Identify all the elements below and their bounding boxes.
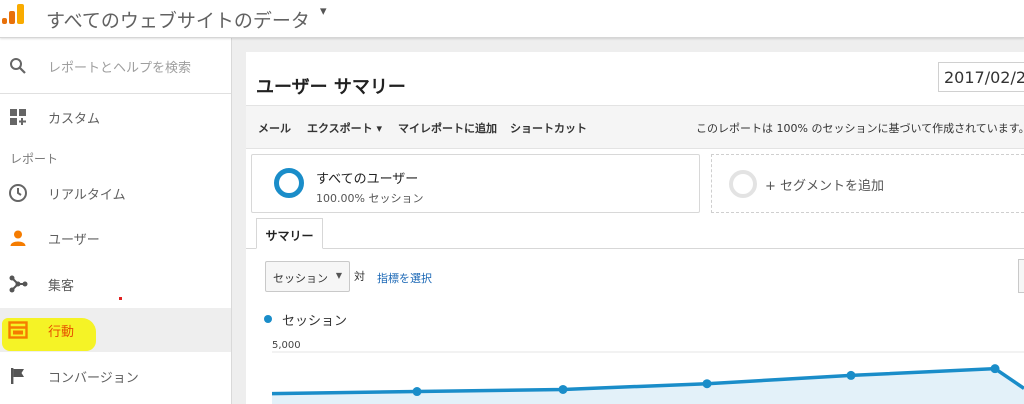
search-icon — [8, 56, 28, 76]
sidebar-item-label: 集客 — [48, 279, 75, 294]
analytics-logo[interactable] — [0, 0, 30, 24]
segment-ring-icon — [274, 168, 304, 198]
sidebar-item-label: 行動 — [48, 325, 75, 340]
sessions-line-chart — [271, 351, 1024, 404]
report-toolbar: メール エクスポート ▾ マイレポートに追加 ショートカット このレポートは 1… — [246, 105, 1024, 149]
sidebar-item-realtime[interactable]: リアルタイム — [0, 171, 231, 215]
sidebar-item-conversions[interactable]: コンバージョン — [0, 354, 231, 398]
sidebar-item-label: コンバージョン — [48, 371, 139, 386]
person-icon — [8, 228, 28, 248]
sidebar-item-acquisition[interactable]: 集客 — [0, 262, 231, 306]
tab-divider — [246, 248, 1024, 249]
annotation-mark — [119, 297, 122, 300]
legend-marker — [264, 315, 272, 323]
segment-percentage: 100.00% セッション — [316, 192, 424, 205]
versus-label: 対 — [354, 270, 365, 283]
acquisition-icon — [8, 274, 28, 294]
tab-summary[interactable]: サマリー — [256, 218, 323, 249]
flag-icon — [8, 366, 28, 386]
email-button[interactable]: メール — [258, 120, 291, 136]
segment-placeholder-icon — [729, 170, 757, 198]
date-range-picker[interactable]: 2017/02/2 — [938, 62, 1024, 92]
data-point[interactable] — [702, 379, 712, 389]
legend-label: セッション — [282, 314, 348, 329]
metric-dropdown-value: セッション — [273, 272, 328, 285]
data-point[interactable] — [846, 370, 856, 380]
sidebar-section-label: レポート — [10, 152, 59, 166]
export-button[interactable]: エクスポート ▾ — [307, 120, 382, 136]
select-metric-link[interactable]: 指標を選択 — [377, 270, 432, 286]
add-segment-button[interactable]: + セグメントを追加 — [711, 154, 1024, 213]
report-panel: ユーザー サマリー 2017/02/2 メール エクスポート ▾ マイレポートに… — [246, 52, 1024, 404]
metric-dropdown[interactable]: セッション ▼ — [265, 261, 350, 292]
page-title: ユーザー サマリー — [256, 77, 406, 98]
dashboard-icon — [8, 107, 28, 127]
sidebar-item-label: リアルタイム — [48, 188, 126, 203]
sampling-note: このレポートは 100% のセッションに基づいて作成されています。 — [696, 122, 1024, 135]
shortcut-button[interactable]: ショートカット — [510, 120, 587, 136]
property-title[interactable]: すべてのウェブサイトのデータ — [46, 6, 310, 33]
sidebar-item-label: ユーザー — [48, 233, 100, 248]
add-segment-label: + セグメントを追加 — [765, 179, 885, 194]
data-point[interactable] — [990, 364, 1000, 374]
add-to-dashboard-button[interactable]: マイレポートに追加 — [398, 120, 497, 136]
search-input[interactable]: レポートとヘルプを検索 — [48, 57, 191, 76]
segment-name: すべてのユーザー — [316, 172, 419, 187]
segment-card[interactable]: すべてのユーザー 100.00% セッション — [251, 154, 700, 213]
clock-icon — [8, 183, 28, 203]
sidebar-item-label: カスタム — [48, 112, 101, 127]
data-point[interactable] — [412, 387, 422, 397]
sidebar-item-custom[interactable]: カスタム — [0, 95, 231, 139]
chart-options-button[interactable] — [1018, 259, 1024, 293]
sidebar-item-users[interactable]: ユーザー — [0, 216, 231, 260]
top-bar: すべてのウェブサイトのデータ ▾ — [0, 0, 1024, 38]
sidebar-search[interactable]: レポートとヘルプを検索 — [0, 38, 231, 94]
behavior-icon — [8, 320, 28, 340]
sidebar-item-behavior-content[interactable]: 行動 — [0, 308, 231, 352]
chevron-down-icon[interactable]: ▾ — [320, 4, 327, 19]
chevron-down-icon: ▼ — [335, 271, 342, 280]
sidebar: レポートとヘルプを検索 カスタム レポート リアルタイム ユーザー 集客 行動 — [0, 38, 232, 404]
data-point[interactable] — [558, 384, 568, 394]
